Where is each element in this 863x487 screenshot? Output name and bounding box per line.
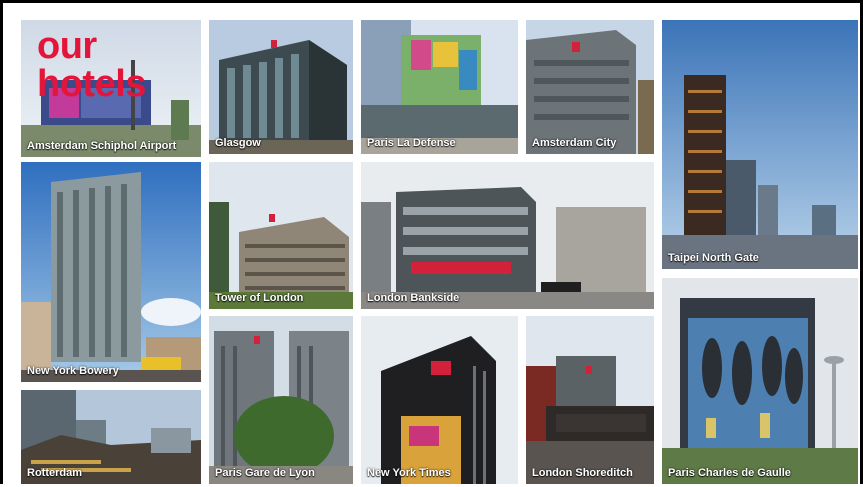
hotel-photo bbox=[361, 20, 518, 154]
hotel-name: London Shoreditch bbox=[532, 467, 633, 479]
hotel-photo bbox=[662, 20, 858, 269]
hotel-photo bbox=[361, 316, 518, 484]
hotel-name: Amsterdam Schiphol Airport bbox=[27, 140, 177, 152]
hotel-name: Rotterdam bbox=[27, 467, 83, 479]
page-title: our hotels bbox=[37, 25, 146, 105]
hotel-photo bbox=[526, 20, 654, 154]
hotel-photo bbox=[662, 278, 858, 484]
hotel-name: Amsterdam City bbox=[532, 137, 617, 149]
hotel-photo bbox=[209, 20, 353, 154]
hotel-name: Taipei North Gate bbox=[668, 252, 759, 264]
hotel-tile-paris-gare-de-lyon[interactable]: Paris Gare de Lyon bbox=[209, 316, 353, 484]
hotel-photo bbox=[209, 162, 353, 309]
hotel-name: Glasgow bbox=[215, 137, 261, 149]
hotel-name: New York Times bbox=[367, 467, 451, 479]
hotel-tile-london-bankside[interactable]: London Bankside bbox=[361, 162, 654, 309]
hotel-tile-new-york-bowery[interactable]: New York Bowery bbox=[21, 162, 201, 382]
hotel-tile-glasgow[interactable]: Glasgow bbox=[209, 20, 353, 154]
hotel-tile-tower-of-london[interactable]: Tower of London bbox=[209, 162, 353, 309]
hotel-name: Paris Gare de Lyon bbox=[215, 467, 315, 479]
hotel-tile-rotterdam[interactable]: Rotterdam bbox=[21, 390, 201, 484]
hotel-photo bbox=[526, 316, 654, 484]
hotel-name: London Bankside bbox=[367, 292, 460, 304]
hotel-tile-paris-la-defense[interactable]: Paris La Defense bbox=[361, 20, 518, 154]
hotel-photo bbox=[209, 316, 353, 484]
hotel-tile-paris-charles-de-gaulle[interactable]: Paris Charles de Gaulle bbox=[662, 278, 858, 484]
hotel-name: New York Bowery bbox=[27, 365, 119, 377]
hotel-name: Tower of London bbox=[215, 292, 304, 304]
hotel-tile-amsterdam-city[interactable]: Amsterdam City bbox=[526, 20, 654, 154]
hotel-name: Paris Charles de Gaulle bbox=[668, 467, 791, 479]
hotel-photo bbox=[21, 162, 201, 382]
hotel-name: Paris La Defense bbox=[367, 137, 456, 149]
hotel-photo bbox=[361, 162, 654, 309]
hotel-tile-taipei-north-gate[interactable]: Taipei North Gate bbox=[662, 20, 858, 269]
hotel-tile-new-york-times[interactable]: New York Times bbox=[361, 316, 518, 484]
hotels-panel: Amsterdam Schiphol Airport Glasgow Paris… bbox=[0, 0, 863, 484]
hotel-tile-london-shoreditch[interactable]: London Shoreditch bbox=[526, 316, 654, 484]
